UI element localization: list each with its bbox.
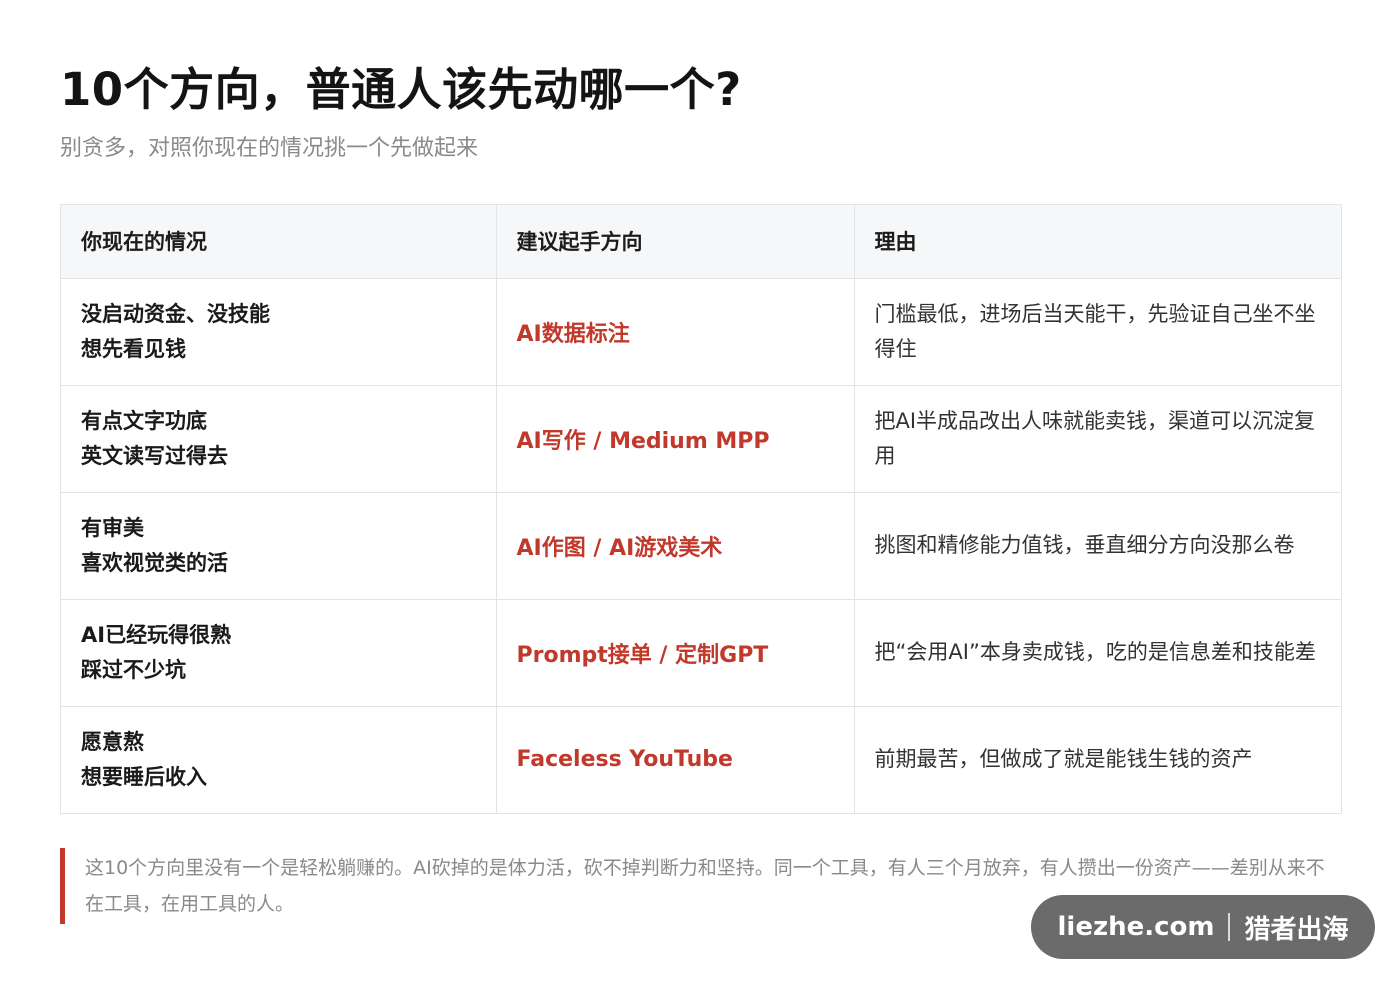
- table-row: AI已经玩得很熟 踩过不少坑 Prompt接单 / 定制GPT 把“会用AI”本…: [61, 599, 1341, 707]
- reason-cell: 门槛最低，进场后当天能干，先验证自己坐不坐得住: [854, 278, 1341, 386]
- situation-cell: 有审美 喜欢视觉类的活: [61, 492, 497, 600]
- situation-line: 喜欢视觉类的活: [81, 550, 228, 575]
- situation-line: 没启动资金、没技能: [81, 301, 270, 326]
- watermark-divider: [1228, 913, 1231, 941]
- table-row: 有点文字功底 英文读写过得去 AI写作 / Medium MPP 把AI半成品改…: [61, 385, 1341, 493]
- reason-cell: 把“会用AI”本身卖成钱，吃的是信息差和技能差: [854, 599, 1341, 707]
- situation-line: 想要睡后收入: [81, 764, 207, 789]
- direction-cell: Prompt接单 / 定制GPT: [496, 599, 855, 707]
- situation-cell: AI已经玩得很熟 踩过不少坑: [61, 599, 497, 707]
- situation-line: 想先看见钱: [81, 336, 186, 361]
- table-row: 愿意熬 想要睡后收入 Faceless YouTube 前期最苦，但做成了就是能…: [61, 706, 1341, 813]
- direction-cell: Faceless YouTube: [496, 706, 855, 813]
- situation-cell: 没启动资金、没技能 想先看见钱: [61, 278, 497, 386]
- table-row: 没启动资金、没技能 想先看见钱 AI数据标注 门槛最低，进场后当天能干，先验证自…: [61, 278, 1341, 386]
- column-header-situation: 你现在的情况: [61, 205, 497, 279]
- watermark-site: liezhe.com: [1057, 912, 1215, 942]
- situation-cell: 有点文字功底 英文读写过得去: [61, 385, 497, 493]
- recommendation-table: 你现在的情况 建议起手方向 理由 没启动资金、没技能 想先看见钱 AI数据标注 …: [60, 204, 1342, 814]
- column-header-reason: 理由: [854, 205, 1341, 279]
- page-subtitle: 别贪多，对照你现在的情况挑一个先做起来: [60, 136, 479, 161]
- direction-cell: AI作图 / AI游戏美术: [496, 492, 855, 600]
- page-content: 10个方向，普通人该先动哪一个? 别贪多，对照你现在的情况挑一个先做起来 你现在…: [60, 0, 1342, 814]
- situation-cell: 愿意熬 想要睡后收入: [61, 706, 497, 813]
- situation-line: 踩过不少坑: [81, 657, 186, 682]
- direction-cell: AI数据标注: [496, 278, 855, 386]
- reason-cell: 把AI半成品改出人味就能卖钱，渠道可以沉淀复用: [854, 385, 1341, 493]
- watermark-brand: 猎者出海: [1244, 914, 1349, 945]
- page-title: 10个方向，普通人该先动哪一个?: [60, 63, 742, 116]
- column-header-direction: 建议起手方向: [496, 205, 855, 279]
- watermark-badge: liezhe.com 猎者出海: [1031, 895, 1375, 959]
- table-row: 有审美 喜欢视觉类的活 AI作图 / AI游戏美术 挑图和精修能力值钱，垂直细分…: [61, 492, 1341, 600]
- situation-line: 有审美: [81, 515, 144, 540]
- situation-line: 愿意熬: [81, 729, 144, 754]
- reason-cell: 挑图和精修能力值钱，垂直细分方向没那么卷: [854, 492, 1341, 600]
- situation-line: 有点文字功底: [81, 408, 207, 433]
- table-header-row: 你现在的情况 建议起手方向 理由: [61, 205, 1341, 279]
- reason-cell: 前期最苦，但做成了就是能钱生钱的资产: [874, 747, 1253, 772]
- direction-cell: AI写作 / Medium MPP: [496, 385, 855, 493]
- situation-line: AI已经玩得很熟: [81, 622, 232, 647]
- situation-line: 英文读写过得去: [81, 443, 228, 468]
